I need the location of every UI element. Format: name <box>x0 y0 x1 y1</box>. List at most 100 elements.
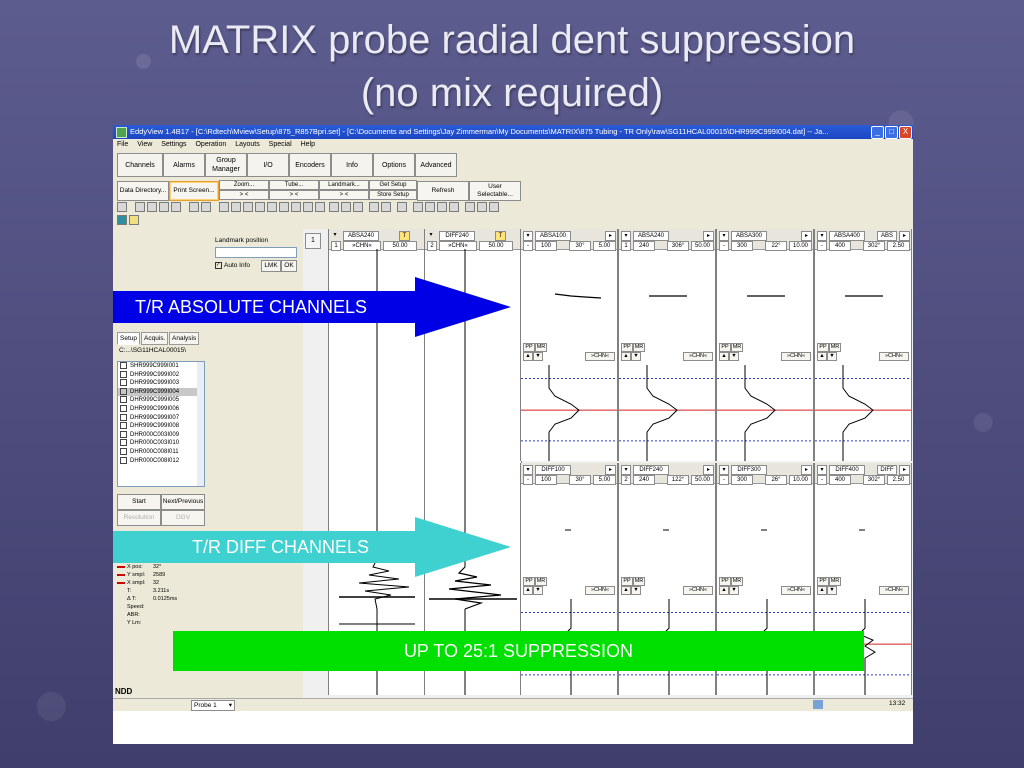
file-list-item[interactable]: DHR999C999I006 <box>118 404 204 414</box>
scroll-down-button[interactable]: ▼ <box>631 586 641 595</box>
scroll-up-button[interactable]: ▲ <box>621 352 631 361</box>
refresh-button[interactable]: Refresh <box>417 181 469 201</box>
panel-menu-icon[interactable]: ▾ <box>523 231 533 241</box>
mr-button[interactable]: MR <box>829 577 841 586</box>
panel-chn-button[interactable]: »CHN« <box>683 586 713 595</box>
panel-chn-button[interactable]: »CHN« <box>683 352 713 361</box>
scroll-up-button[interactable]: ▲ <box>523 352 533 361</box>
panel-options-icon[interactable]: ▸ <box>703 231 714 241</box>
tab-options[interactable]: Options <box>373 153 415 177</box>
move-icon[interactable] <box>425 202 435 212</box>
abs-channel-panel[interactable]: ▾ ABSA240 ▸ 1 240 306° 50.00 PP MR ▲ ▼ »CHN« <box>618 229 716 461</box>
file-list-scrollbar[interactable] <box>197 362 204 486</box>
start-button[interactable]: Start <box>117 494 161 510</box>
copy-icon[interactable] <box>341 202 351 212</box>
print-icon[interactable] <box>201 202 211 212</box>
scroll-down-button[interactable]: ▼ <box>533 586 543 595</box>
file-list-item[interactable]: DHR999C999I003 <box>118 379 204 388</box>
book-icon[interactable] <box>477 202 487 212</box>
palette-icon[interactable] <box>303 202 313 212</box>
tab-advanced[interactable]: Advanced <box>415 153 457 177</box>
print-screen-button[interactable]: Print Screen... <box>169 181 219 201</box>
file-list-item[interactable]: DHR000C008I012 <box>118 456 204 466</box>
file-list-item[interactable]: SHR999C999I001 <box>118 362 204 371</box>
tube-button[interactable]: Tube... <box>269 180 319 190</box>
scroll-up-button[interactable]: ▲ <box>719 586 729 595</box>
scroll-down-button[interactable]: ▼ <box>533 352 543 361</box>
panel-menu-icon[interactable]: ▾ <box>719 465 729 475</box>
file-checkbox[interactable] <box>120 396 127 404</box>
file-list-item[interactable]: DHR000C008I011 <box>118 447 204 457</box>
file-checkbox[interactable] <box>120 387 127 395</box>
file-checkbox[interactable] <box>120 456 127 464</box>
close-button[interactable]: X <box>899 126 912 139</box>
panel-chn-button[interactable]: »CHN« <box>879 586 909 595</box>
window-titlebar[interactable]: EddyView 1.4B17 - [C:\Rdtech\Mview\Setup… <box>113 125 913 139</box>
mr-button[interactable]: MR <box>829 343 841 352</box>
auto-info-checkbox[interactable]: ✓ <box>215 262 222 269</box>
monitor-icon[interactable] <box>147 202 157 212</box>
ok-button[interactable]: OK <box>281 260 297 272</box>
menu-settings[interactable]: Settings <box>161 141 186 148</box>
file-checkbox[interactable] <box>120 379 127 387</box>
scroll-up-button[interactable]: ▲ <box>621 586 631 595</box>
pp-button[interactable]: PP <box>621 343 633 352</box>
chart-icon[interactable] <box>315 202 325 212</box>
scroll-down-button[interactable]: ▼ <box>827 352 837 361</box>
next-previous-button[interactable]: Next/Previous <box>161 494 205 510</box>
panel-options-icon[interactable]: ▸ <box>899 231 910 241</box>
scroll-down-button[interactable]: ▼ <box>729 352 739 361</box>
minimize-button[interactable]: _ <box>871 126 884 139</box>
panel-menu-icon[interactable]: ▾ <box>817 465 827 475</box>
strip-cursor-icon-2[interactable]: T <box>495 231 506 241</box>
abs-channel-panel[interactable]: ▾ ABSA100 ▸ -100 30° 5.00 PP MR ▲ ▼ »CHN« <box>520 229 618 461</box>
strip-menu-icon[interactable]: ▾ <box>427 231 435 239</box>
panel-menu-icon[interactable]: ▾ <box>817 231 827 241</box>
panel-options-icon[interactable]: ▸ <box>899 465 910 475</box>
pp-button[interactable]: PP <box>523 343 535 352</box>
panel-options-icon[interactable]: ▸ <box>605 231 616 241</box>
file-list-item[interactable]: DHR999C999I002 <box>118 370 204 380</box>
measure-icon[interactable] <box>291 202 301 212</box>
tool-icon[interactable] <box>267 202 277 212</box>
panel-menu-icon[interactable]: ▾ <box>523 465 533 475</box>
pp-button[interactable]: PP <box>523 577 535 586</box>
probe-select[interactable]: Probe 1 ▾ <box>191 700 235 711</box>
file-list[interactable]: SHR999C999I001 DHR999C999I002 DHR999C999I0… <box>117 361 205 487</box>
file-list-item[interactable]: DHR999C999I007 <box>118 413 204 423</box>
panel-options-icon[interactable]: ▸ <box>703 465 714 475</box>
maximize-button[interactable]: □ <box>885 126 898 139</box>
scroll-up-button[interactable]: ▲ <box>523 586 533 595</box>
tab-info[interactable]: Info <box>331 153 373 177</box>
alf-icon[interactable] <box>397 202 407 212</box>
yellow-grid-icon[interactable] <box>129 215 139 225</box>
abs-channel-panel[interactable]: ▾ ABSA300 ▸ -300 22° 10.00 PP MR ▲ ▼ »CHN« <box>716 229 814 461</box>
file-checkbox[interactable] <box>120 404 127 412</box>
panel-options-icon[interactable]: ▸ <box>801 465 812 475</box>
pp-button[interactable]: PP <box>621 577 633 586</box>
panel-chn-button[interactable]: »CHN« <box>781 586 811 595</box>
user-selectable-button[interactable]: User Selectable... <box>469 181 521 201</box>
mr-button[interactable]: MR <box>731 577 743 586</box>
panel-menu-icon[interactable]: ▾ <box>621 231 631 241</box>
file-checkbox[interactable] <box>120 439 127 447</box>
strip-menu-icon[interactable]: ▾ <box>331 231 339 239</box>
landmark-button[interactable]: Landmark... <box>319 180 369 190</box>
file-checkbox[interactable] <box>120 413 127 421</box>
paint-icon[interactable] <box>465 202 475 212</box>
menu-view[interactable]: View <box>137 141 152 148</box>
file-checkbox[interactable] <box>120 430 127 438</box>
table-icon[interactable] <box>231 202 241 212</box>
panel-menu-icon[interactable]: ▾ <box>621 465 631 475</box>
display-icon[interactable] <box>135 202 145 212</box>
panel-options-icon[interactable]: ▸ <box>801 231 812 241</box>
panel-chn-button[interactable]: »CHN« <box>879 352 909 361</box>
tab-channels[interactable]: Channels <box>117 153 163 177</box>
file-list-item[interactable]: DHR999C999I004 <box>118 387 204 397</box>
mr-button[interactable]: MR <box>535 343 547 352</box>
window-icon[interactable] <box>243 202 253 212</box>
pp-button[interactable]: PP <box>719 577 731 586</box>
pp-button[interactable]: PP <box>817 343 829 352</box>
zoom-button[interactable]: Zoom... <box>219 180 269 190</box>
percent-icon[interactable] <box>449 202 459 212</box>
